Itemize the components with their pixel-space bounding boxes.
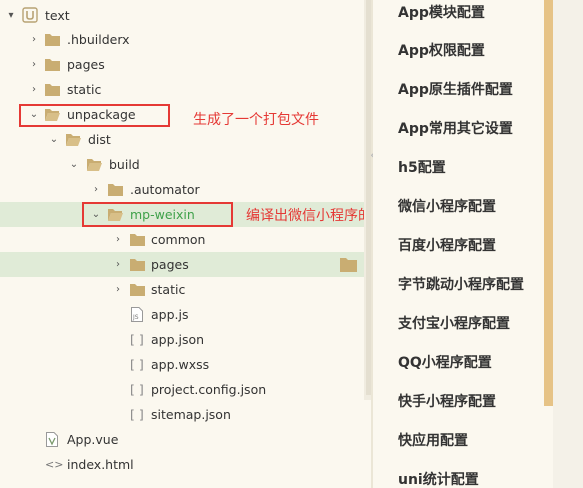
tree-item-label: project.config.json	[151, 382, 267, 397]
folder-icon	[45, 59, 60, 71]
tree-item-build[interactable]: ⌄ build	[0, 152, 371, 177]
html-file-icon: <>	[45, 458, 64, 471]
menu-item-app-native-plugins[interactable]: App原生插件配置	[398, 79, 513, 99]
tree-item-label: App.vue	[67, 432, 119, 447]
chevron-right-icon[interactable]: ›	[112, 277, 124, 302]
tree-item-automator[interactable]: › .automator	[0, 177, 371, 202]
tree-item-hbuilderx[interactable]: › .hbuilderx	[0, 27, 371, 52]
menu-item-alipay-mp[interactable]: 支付宝小程序配置	[398, 313, 510, 333]
chevron-right-icon[interactable]: ›	[112, 227, 124, 252]
folder-open-icon	[66, 134, 81, 146]
tree-item-label: build	[109, 157, 140, 172]
right-panel-edge	[553, 0, 583, 488]
tree-item-label: .automator	[130, 182, 200, 197]
menu-item-quickapp[interactable]: 快应用配置	[398, 430, 468, 450]
tree-item-app-json[interactable]: [ ] app.json	[0, 327, 371, 352]
tree-item-pages[interactable]: › pages	[0, 52, 371, 77]
project-icon	[22, 7, 38, 23]
tree-item-label: pages	[151, 257, 189, 272]
menu-item-weixin-mp[interactable]: 微信小程序配置	[398, 196, 496, 216]
tree-item-label: app.wxss	[151, 357, 210, 372]
tree-item-label: static	[151, 282, 186, 297]
menu-item-baidu-mp[interactable]: 百度小程序配置	[398, 235, 496, 255]
tree-item-label: common	[151, 232, 206, 247]
folder-icon	[45, 84, 60, 96]
json-file-icon: [ ]	[130, 382, 144, 397]
menu-item-app-modules[interactable]: App模块配置	[398, 2, 485, 22]
json-file-icon: [ ]	[130, 357, 144, 372]
folder-icon	[45, 34, 60, 46]
tree-item-label: text	[45, 8, 70, 23]
folder-icon	[130, 234, 145, 246]
folder-icon	[130, 284, 145, 296]
tree-item-label: static	[67, 82, 102, 97]
chevron-right-icon[interactable]: ›	[90, 177, 102, 202]
tree-item-root-text[interactable]: ▾ text	[0, 3, 371, 28]
chevron-down-icon[interactable]: ⌄	[68, 152, 80, 177]
tree-item-project-config[interactable]: [ ] project.config.json	[0, 377, 371, 402]
vue-file-icon	[46, 432, 58, 447]
project-explorer: ▾ text › .hbuilderx › pages › static ⌄ u…	[0, 0, 371, 488]
tree-item-dist[interactable]: ⌄ dist	[0, 127, 371, 152]
chevron-down-icon[interactable]: ⌄	[48, 127, 60, 152]
tree-item-label: pages	[67, 57, 105, 72]
tree-item-app-wxss[interactable]: [ ] app.wxss	[0, 352, 371, 377]
tree-item-mp-pages[interactable]: › pages	[0, 252, 371, 277]
annotation-unpackage: 生成了一个打包文件	[193, 112, 319, 128]
highlight-box-mp-weixin	[82, 202, 233, 227]
tree-item-index-html[interactable]: <> index.html	[0, 452, 371, 477]
menu-scrollbar[interactable]	[544, 0, 553, 406]
highlight-box-unpackage	[19, 104, 170, 127]
tree-item-app-vue[interactable]: App.vue	[0, 427, 371, 452]
chevron-right-icon[interactable]: ›	[112, 252, 124, 277]
menu-item-app-other-settings[interactable]: App常用其它设置	[398, 118, 513, 138]
chevron-right-icon[interactable]: ›	[28, 27, 40, 52]
menu-item-qq-mp[interactable]: QQ小程序配置	[398, 352, 492, 372]
tree-item-label: dist	[88, 132, 111, 147]
folder-open-icon	[87, 159, 102, 171]
chevron-down-icon[interactable]: ▾	[5, 3, 17, 28]
tree-item-static[interactable]: › static	[0, 77, 371, 102]
menu-item-app-permissions[interactable]: App权限配置	[398, 40, 485, 60]
menu-item-uni-stats[interactable]: uni统计配置	[398, 469, 479, 488]
svg-text:JS: JS	[132, 314, 139, 321]
menu-item-kuaishou-mp[interactable]: 快手小程序配置	[398, 391, 496, 411]
open-folder-icon[interactable]	[340, 257, 357, 272]
annotation-mp-weixin: 编译出微信小程序的代码	[246, 208, 371, 224]
tree-item-label: sitemap.json	[151, 407, 231, 422]
js-file-icon: JS	[131, 307, 143, 322]
menu-item-h5[interactable]: h5配置	[398, 157, 446, 177]
chevron-right-icon[interactable]: ›	[28, 77, 40, 102]
menu-item-bytedance-mp[interactable]: 字节跳动小程序配置	[398, 274, 524, 294]
tree-item-sitemap[interactable]: [ ] sitemap.json	[0, 402, 371, 427]
chevron-right-icon[interactable]: ›	[28, 52, 40, 77]
tree-item-label: index.html	[67, 457, 134, 472]
tree-item-app-js[interactable]: JS app.js	[0, 302, 371, 327]
json-file-icon: [ ]	[130, 332, 144, 347]
folder-icon	[130, 259, 145, 271]
folder-icon	[108, 184, 123, 196]
tree-item-label: app.json	[151, 332, 205, 347]
tree-item-label: app.js	[151, 307, 189, 322]
tree-item-mp-static[interactable]: › static	[0, 277, 371, 302]
tree-item-label: .hbuilderx	[67, 32, 130, 47]
tree-item-common[interactable]: › common	[0, 227, 371, 252]
json-file-icon: [ ]	[130, 407, 144, 422]
